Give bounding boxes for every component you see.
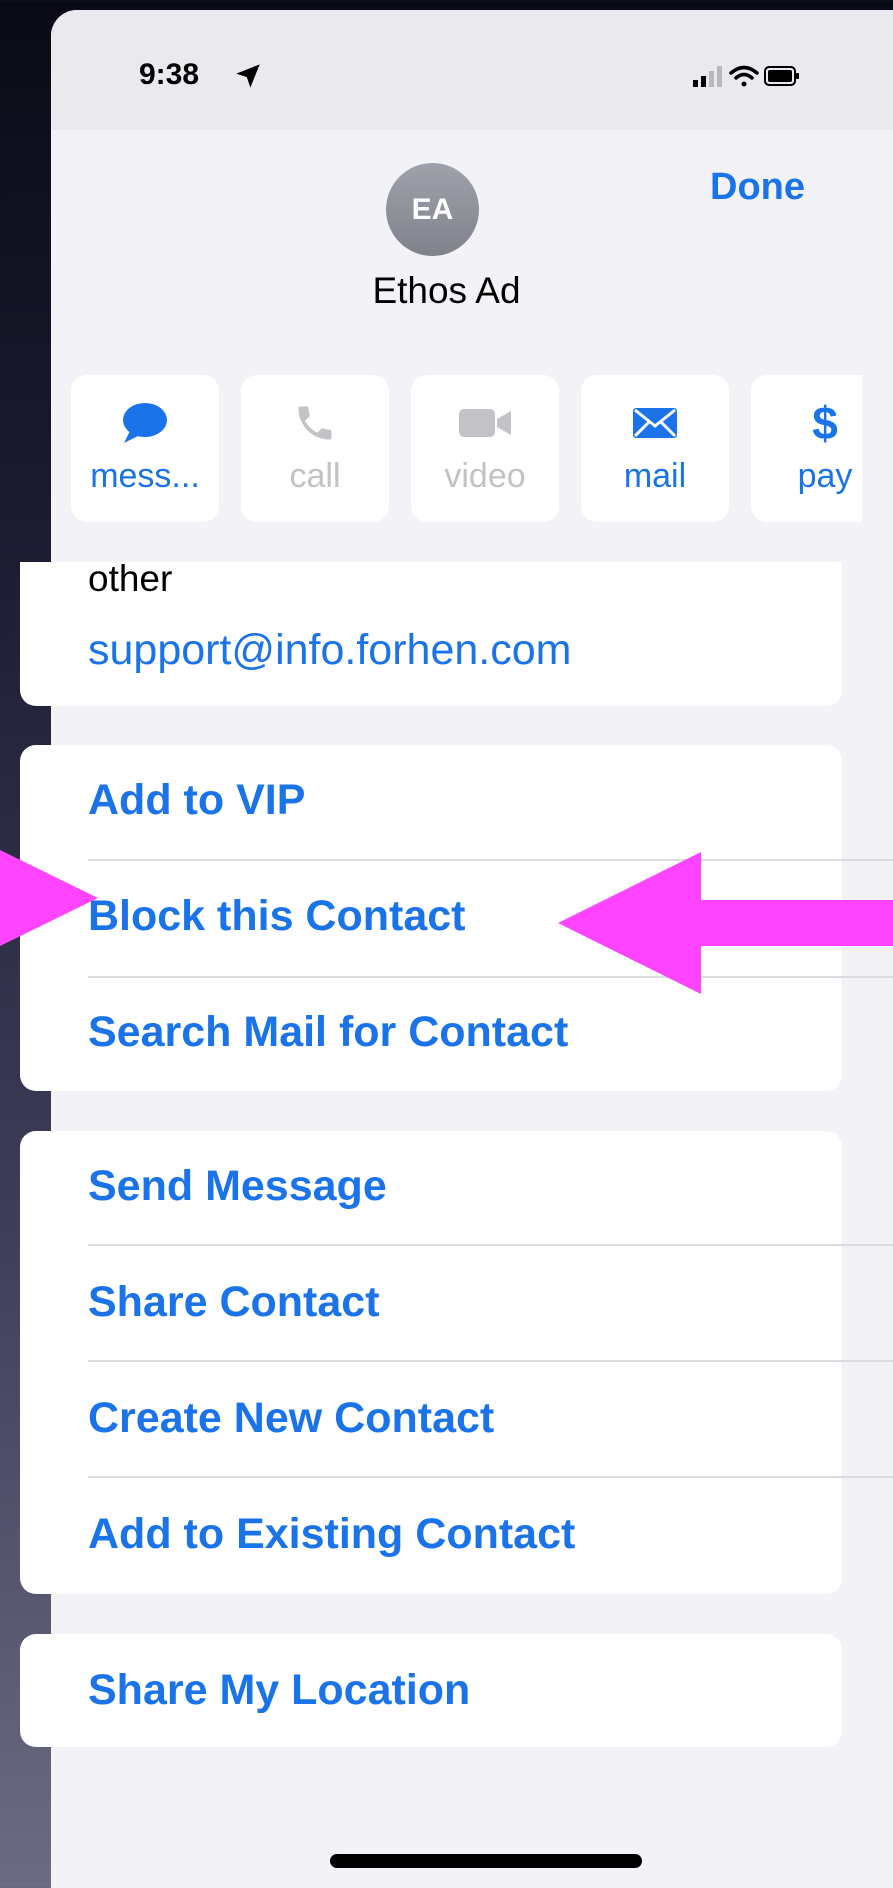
mail-action-label: mail <box>623 457 687 495</box>
cellular-signal-icon <box>693 66 722 87</box>
block-contact-button[interactable]: Block this Contact <box>88 892 466 941</box>
annotation-arrow-left <box>0 850 98 946</box>
mail-action-button[interactable]: mail <box>581 375 729 522</box>
status-time: 9:38 <box>139 58 200 91</box>
send-message-button[interactable]: Send Message <box>88 1162 387 1211</box>
message-icon <box>123 403 167 443</box>
message-action-button[interactable]: mess... <box>71 375 219 522</box>
add-existing-contact-button[interactable]: Add to Existing Contact <box>88 1510 575 1559</box>
email-address-link[interactable]: support@info.forhen.com <box>88 626 571 675</box>
call-action-button[interactable]: call <box>241 375 389 522</box>
call-action-label: call <box>289 457 341 495</box>
video-action-button[interactable]: video <box>411 375 559 522</box>
home-indicator[interactable] <box>330 1854 642 1868</box>
contact-name: Ethos Ad <box>372 270 521 311</box>
divider <box>88 1244 893 1246</box>
location-arrow-icon <box>236 64 260 88</box>
pay-action-button[interactable]: $ pay <box>751 375 862 522</box>
mail-icon <box>633 408 677 438</box>
phone-icon <box>298 406 332 440</box>
annotation-arrow-right <box>558 852 893 994</box>
battery-icon <box>764 66 799 86</box>
done-button[interactable]: Done <box>710 166 805 209</box>
add-to-vip-button[interactable]: Add to VIP <box>88 776 305 825</box>
avatar-initials: EA <box>411 192 454 226</box>
video-icon <box>459 409 511 437</box>
search-mail-button[interactable]: Search Mail for Contact <box>88 1008 568 1057</box>
message-action-label: mess... <box>90 457 200 495</box>
video-action-label: video <box>444 457 526 495</box>
status-bar: 9:38 <box>51 10 893 130</box>
share-location-button[interactable]: Share My Location <box>88 1666 470 1715</box>
divider <box>88 1360 893 1362</box>
status-icons <box>693 65 799 87</box>
avatar: EA <box>386 163 479 256</box>
wifi-icon <box>729 65 759 87</box>
divider <box>88 1476 893 1478</box>
share-contact-button[interactable]: Share Contact <box>88 1278 380 1327</box>
dollar-icon: $ <box>812 397 838 449</box>
pay-action-label: pay <box>797 457 853 495</box>
email-type-label: other <box>88 558 173 599</box>
create-new-contact-button[interactable]: Create New Contact <box>88 1394 494 1443</box>
